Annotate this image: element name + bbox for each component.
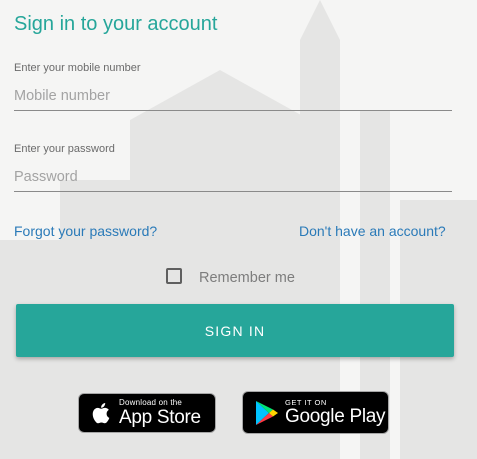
mobile-number-input[interactable]: [14, 82, 452, 111]
remember-me-label: Remember me: [199, 270, 295, 286]
app-store-text: Download on the App Store: [119, 398, 201, 428]
remember-me-row[interactable]: Remember me: [166, 268, 295, 286]
google-play-small-text: GET IT ON: [285, 397, 327, 407]
google-play-text: GET IT ON Google Play: [285, 397, 386, 428]
page-title: Sign in to your account: [14, 13, 218, 35]
password-input[interactable]: [14, 163, 452, 192]
remember-me-checkbox[interactable]: [166, 268, 182, 284]
login-page: Sign in to your account Enter your mobil…: [0, 0, 477, 459]
google-play-badge[interactable]: GET IT ON Google Play: [242, 391, 389, 434]
google-play-icon: [255, 400, 279, 426]
mobile-field-label: Enter your mobile number: [14, 62, 141, 74]
apple-icon: [91, 400, 113, 426]
signup-link[interactable]: Don't have an account?: [299, 223, 446, 239]
google-play-big-text: Google Play: [285, 406, 386, 428]
sign-in-button[interactable]: SIGN IN: [16, 304, 454, 357]
app-store-big-text: App Store: [119, 407, 201, 428]
password-field-label: Enter your password: [14, 143, 115, 155]
app-store-badge[interactable]: Download on the App Store: [78, 393, 216, 433]
forgot-password-link[interactable]: Forgot your password?: [14, 223, 157, 239]
app-store-small-text: Download on the: [119, 398, 183, 407]
